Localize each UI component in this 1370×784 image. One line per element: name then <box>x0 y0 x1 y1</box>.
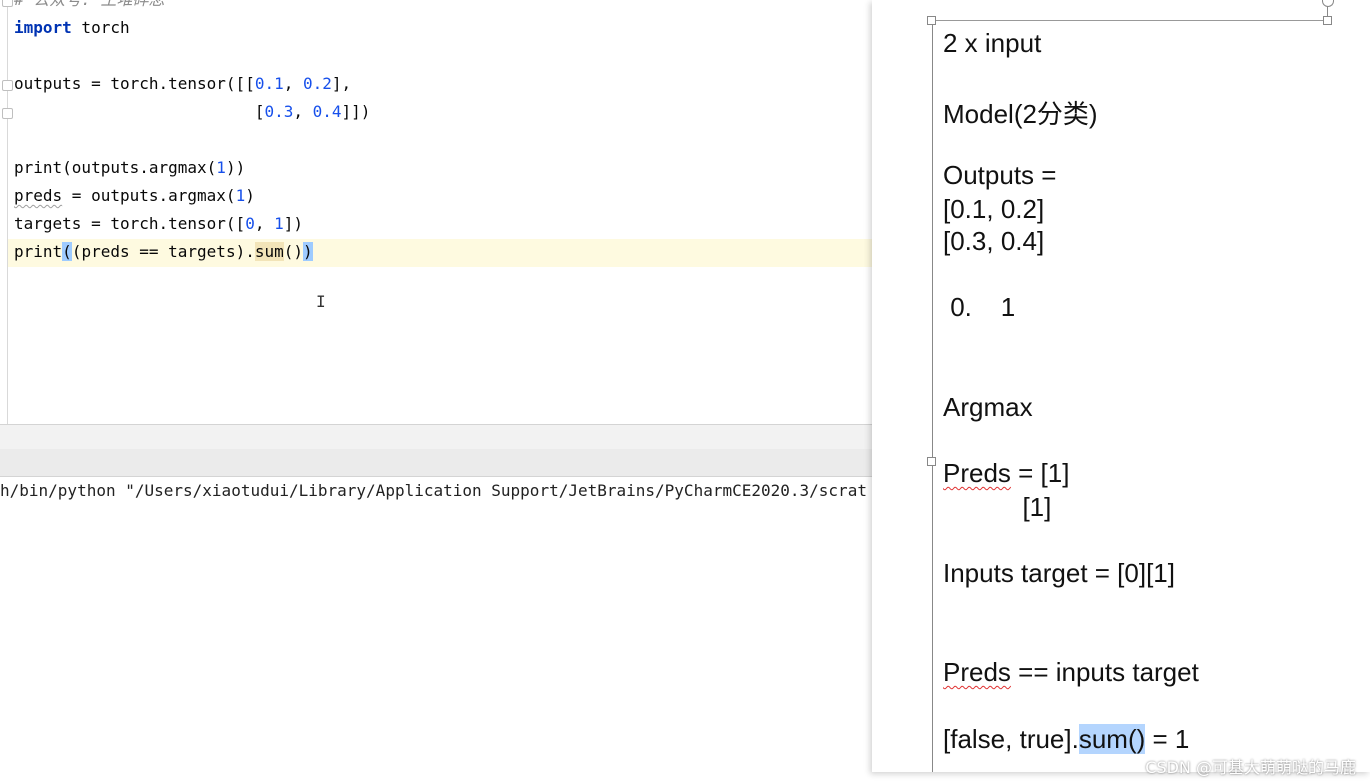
fold-marker[interactable] <box>2 80 13 91</box>
fold-marker[interactable] <box>2 0 13 7</box>
note-line: Argmax <box>943 392 1033 422</box>
resize-handle[interactable] <box>927 457 936 466</box>
code-line-import: import torch <box>14 18 130 37</box>
code-line-outputs: outputs = torch.tensor([[0.1, 0.2], <box>14 74 352 93</box>
code-editor[interactable]: # 公众号: 土堆碎念 import torch outputs = torch… <box>0 0 872 424</box>
fold-marker[interactable] <box>2 108 13 119</box>
text-box-border <box>932 20 1328 21</box>
code-line-comment: # 公众号: 土堆碎念 <box>14 0 165 14</box>
code-text[interactable]: # 公众号: 土堆碎念 import torch outputs = torch… <box>14 0 370 261</box>
note-line: [0.1, 0.2] <box>943 194 1045 224</box>
resize-handle[interactable] <box>927 16 936 25</box>
text-cursor-icon: I <box>316 292 326 311</box>
note-line: Preds = [1] <box>943 458 1070 488</box>
note-line: Outputs = <box>943 160 1057 190</box>
console-command-line: h/bin/python "/Users/xiaotudui/Library/A… <box>0 481 867 500</box>
code-line-preds: preds = outputs.argmax(1) <box>14 186 255 205</box>
code-line-targets: targets = torch.tensor([0, 1]) <box>14 214 303 233</box>
rotate-handle-stem <box>1327 6 1328 16</box>
editor-gutter <box>7 0 8 424</box>
note-line: [1] <box>943 492 1052 522</box>
note-line: [false, true].sum() = 1 <box>943 724 1190 754</box>
note-line: 0. 1 <box>943 292 1016 322</box>
code-line-outputs-cont: [0.3, 0.4]]) <box>14 102 371 121</box>
watermark: CSDN @可基大萌萌哒的马鹿 <box>1145 758 1356 777</box>
note-line: [0.3, 0.4] <box>943 226 1045 256</box>
code-line-print-sum: print((preds == targets).sum()) <box>14 242 313 261</box>
run-console[interactable]: h/bin/python "/Users/xiaotudui/Library/A… <box>0 477 872 784</box>
resize-handle[interactable] <box>1323 16 1332 25</box>
panel-header <box>0 424 872 450</box>
note-line: 2 x input <box>943 28 1042 58</box>
run-toolbar <box>0 449 872 477</box>
text-box-border <box>932 20 933 772</box>
note-line: Model(2分类) <box>943 99 1098 129</box>
note-line: Preds == inputs target <box>943 657 1199 687</box>
note-line: Inputs target = [0][1] <box>943 558 1175 588</box>
code-line-print-argmax: print(outputs.argmax(1)) <box>14 158 246 177</box>
